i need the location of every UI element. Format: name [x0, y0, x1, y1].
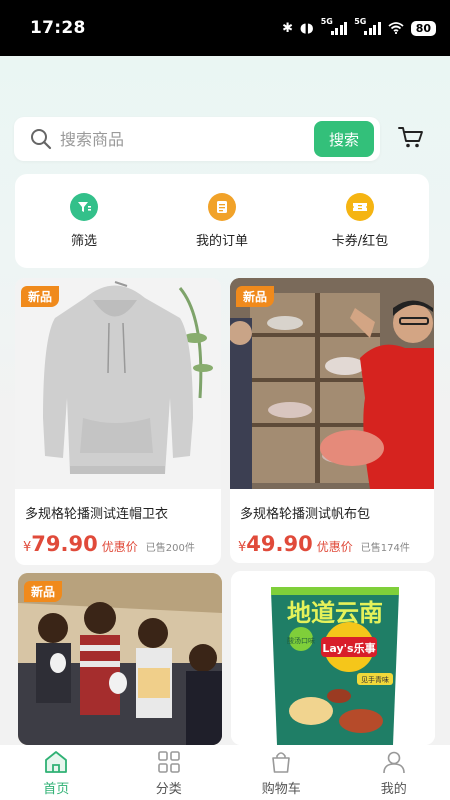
price-currency: ¥ — [238, 540, 247, 555]
tab-label: 首页 — [43, 781, 70, 797]
discount-label: 优惠价 — [101, 540, 138, 554]
new-badge: 新品 — [236, 286, 275, 307]
chips-brand: Lay's乐事 — [322, 641, 375, 655]
quick-item-orders[interactable]: 我的订单 — [162, 193, 282, 249]
signal-icon: 5G — [321, 17, 348, 35]
bluetooth-icon: ✱ — [282, 20, 293, 36]
search-icon — [31, 129, 52, 150]
tab-bar: 首页 分类 购物车 我的 — [0, 745, 450, 800]
search-input[interactable] — [60, 129, 300, 149]
man-in-red-shirt-image — [230, 278, 434, 489]
product-image-children: 新品 — [18, 573, 222, 745]
lays-chips-bag-image: 地道云南 酸汤口味 Lay's乐事 见手青味 — [271, 587, 399, 745]
user-icon — [382, 751, 405, 773]
quick-item-label: 我的订单 — [195, 234, 248, 249]
price-row: ¥ 79.90 优惠价 已售200件 — [23, 532, 221, 556]
product-title: 多规格轮播测试连帽卫衣 — [25, 507, 169, 522]
new-badge: 新品 — [24, 581, 63, 602]
search-button[interactable]: 搜索 — [314, 121, 374, 157]
home-icon — [45, 750, 68, 773]
price-value: 79.90 — [31, 532, 98, 556]
signal-icon: 5G — [354, 17, 381, 35]
product-image-hoodie: 新品 — [15, 278, 221, 489]
status-icons: ✱ ◖◗ 5G 5G 80 — [282, 17, 436, 36]
product-image-chips: 地道云南 酸汤口味 Lay's乐事 见手青味 — [231, 571, 435, 745]
quick-item-label: 卡券/红包 — [331, 234, 389, 249]
tab-label: 购物车 — [261, 781, 301, 797]
chips-line1: 地道云南 — [287, 599, 383, 627]
price-currency: ¥ — [23, 540, 32, 555]
quick-menu: 筛选 我的订单 卡券/红包 — [15, 174, 429, 268]
quick-item-filter[interactable]: 筛选 — [24, 193, 144, 249]
order-icon — [208, 193, 236, 221]
network-type-label: 5G — [320, 17, 333, 26]
status-time: 17:28 — [30, 18, 86, 38]
quick-item-coupons[interactable]: 卡券/红包 — [300, 193, 420, 249]
coupon-icon — [346, 193, 374, 221]
price-row: ¥ 49.90 优惠价 已售174件 — [238, 532, 434, 556]
product-card[interactable]: 新品 多规格轮播测试帆布包 ¥ 49.90 优惠价 已售174件 — [230, 278, 434, 563]
sold-count: 已售200件 — [145, 543, 195, 554]
network-type-label: 5G — [354, 17, 367, 26]
category-icon — [157, 750, 180, 773]
sold-count: 已售174件 — [360, 543, 410, 554]
discount-label: 优惠价 — [316, 540, 353, 554]
status-bar: 17:28 ✱ ◖◗ 5G 5G 80 — [0, 0, 450, 56]
wifi-icon — [388, 22, 404, 34]
cart-icon[interactable] — [398, 125, 424, 149]
product-card[interactable]: 新品 — [18, 573, 222, 745]
cart-icon — [272, 751, 291, 773]
tab-profile[interactable]: 我的 — [354, 749, 434, 797]
tab-category[interactable]: 分类 — [129, 749, 209, 797]
product-title: 多规格轮播测试帆布包 — [240, 507, 371, 522]
new-badge: 新品 — [21, 286, 60, 307]
quick-item-label: 筛选 — [70, 234, 97, 249]
search-box: 搜索 — [14, 117, 380, 161]
chips-flavor-tag: 酸汤口味 — [287, 636, 315, 645]
product-card[interactable]: 地道云南 酸汤口味 Lay's乐事 见手青味 — [231, 571, 435, 745]
hoodie-image — [15, 278, 221, 489]
product-image-canvas-bag: 新品 — [230, 278, 434, 489]
tab-label: 我的 — [380, 781, 407, 797]
chips-flavor: 见手青味 — [361, 675, 389, 684]
tab-home[interactable]: 首页 — [16, 749, 96, 797]
earbuds-icon: ◖◗ — [299, 20, 314, 36]
filter-icon — [70, 193, 98, 221]
battery-indicator: 80 — [410, 20, 436, 36]
tab-label: 分类 — [155, 781, 182, 797]
tab-cart[interactable]: 购物车 — [241, 749, 321, 797]
product-card[interactable]: 新品 多规格轮播测试连帽卫衣 ¥ 79.90 优惠价 已售200件 — [15, 278, 221, 565]
price-value: 49.90 — [246, 532, 313, 556]
